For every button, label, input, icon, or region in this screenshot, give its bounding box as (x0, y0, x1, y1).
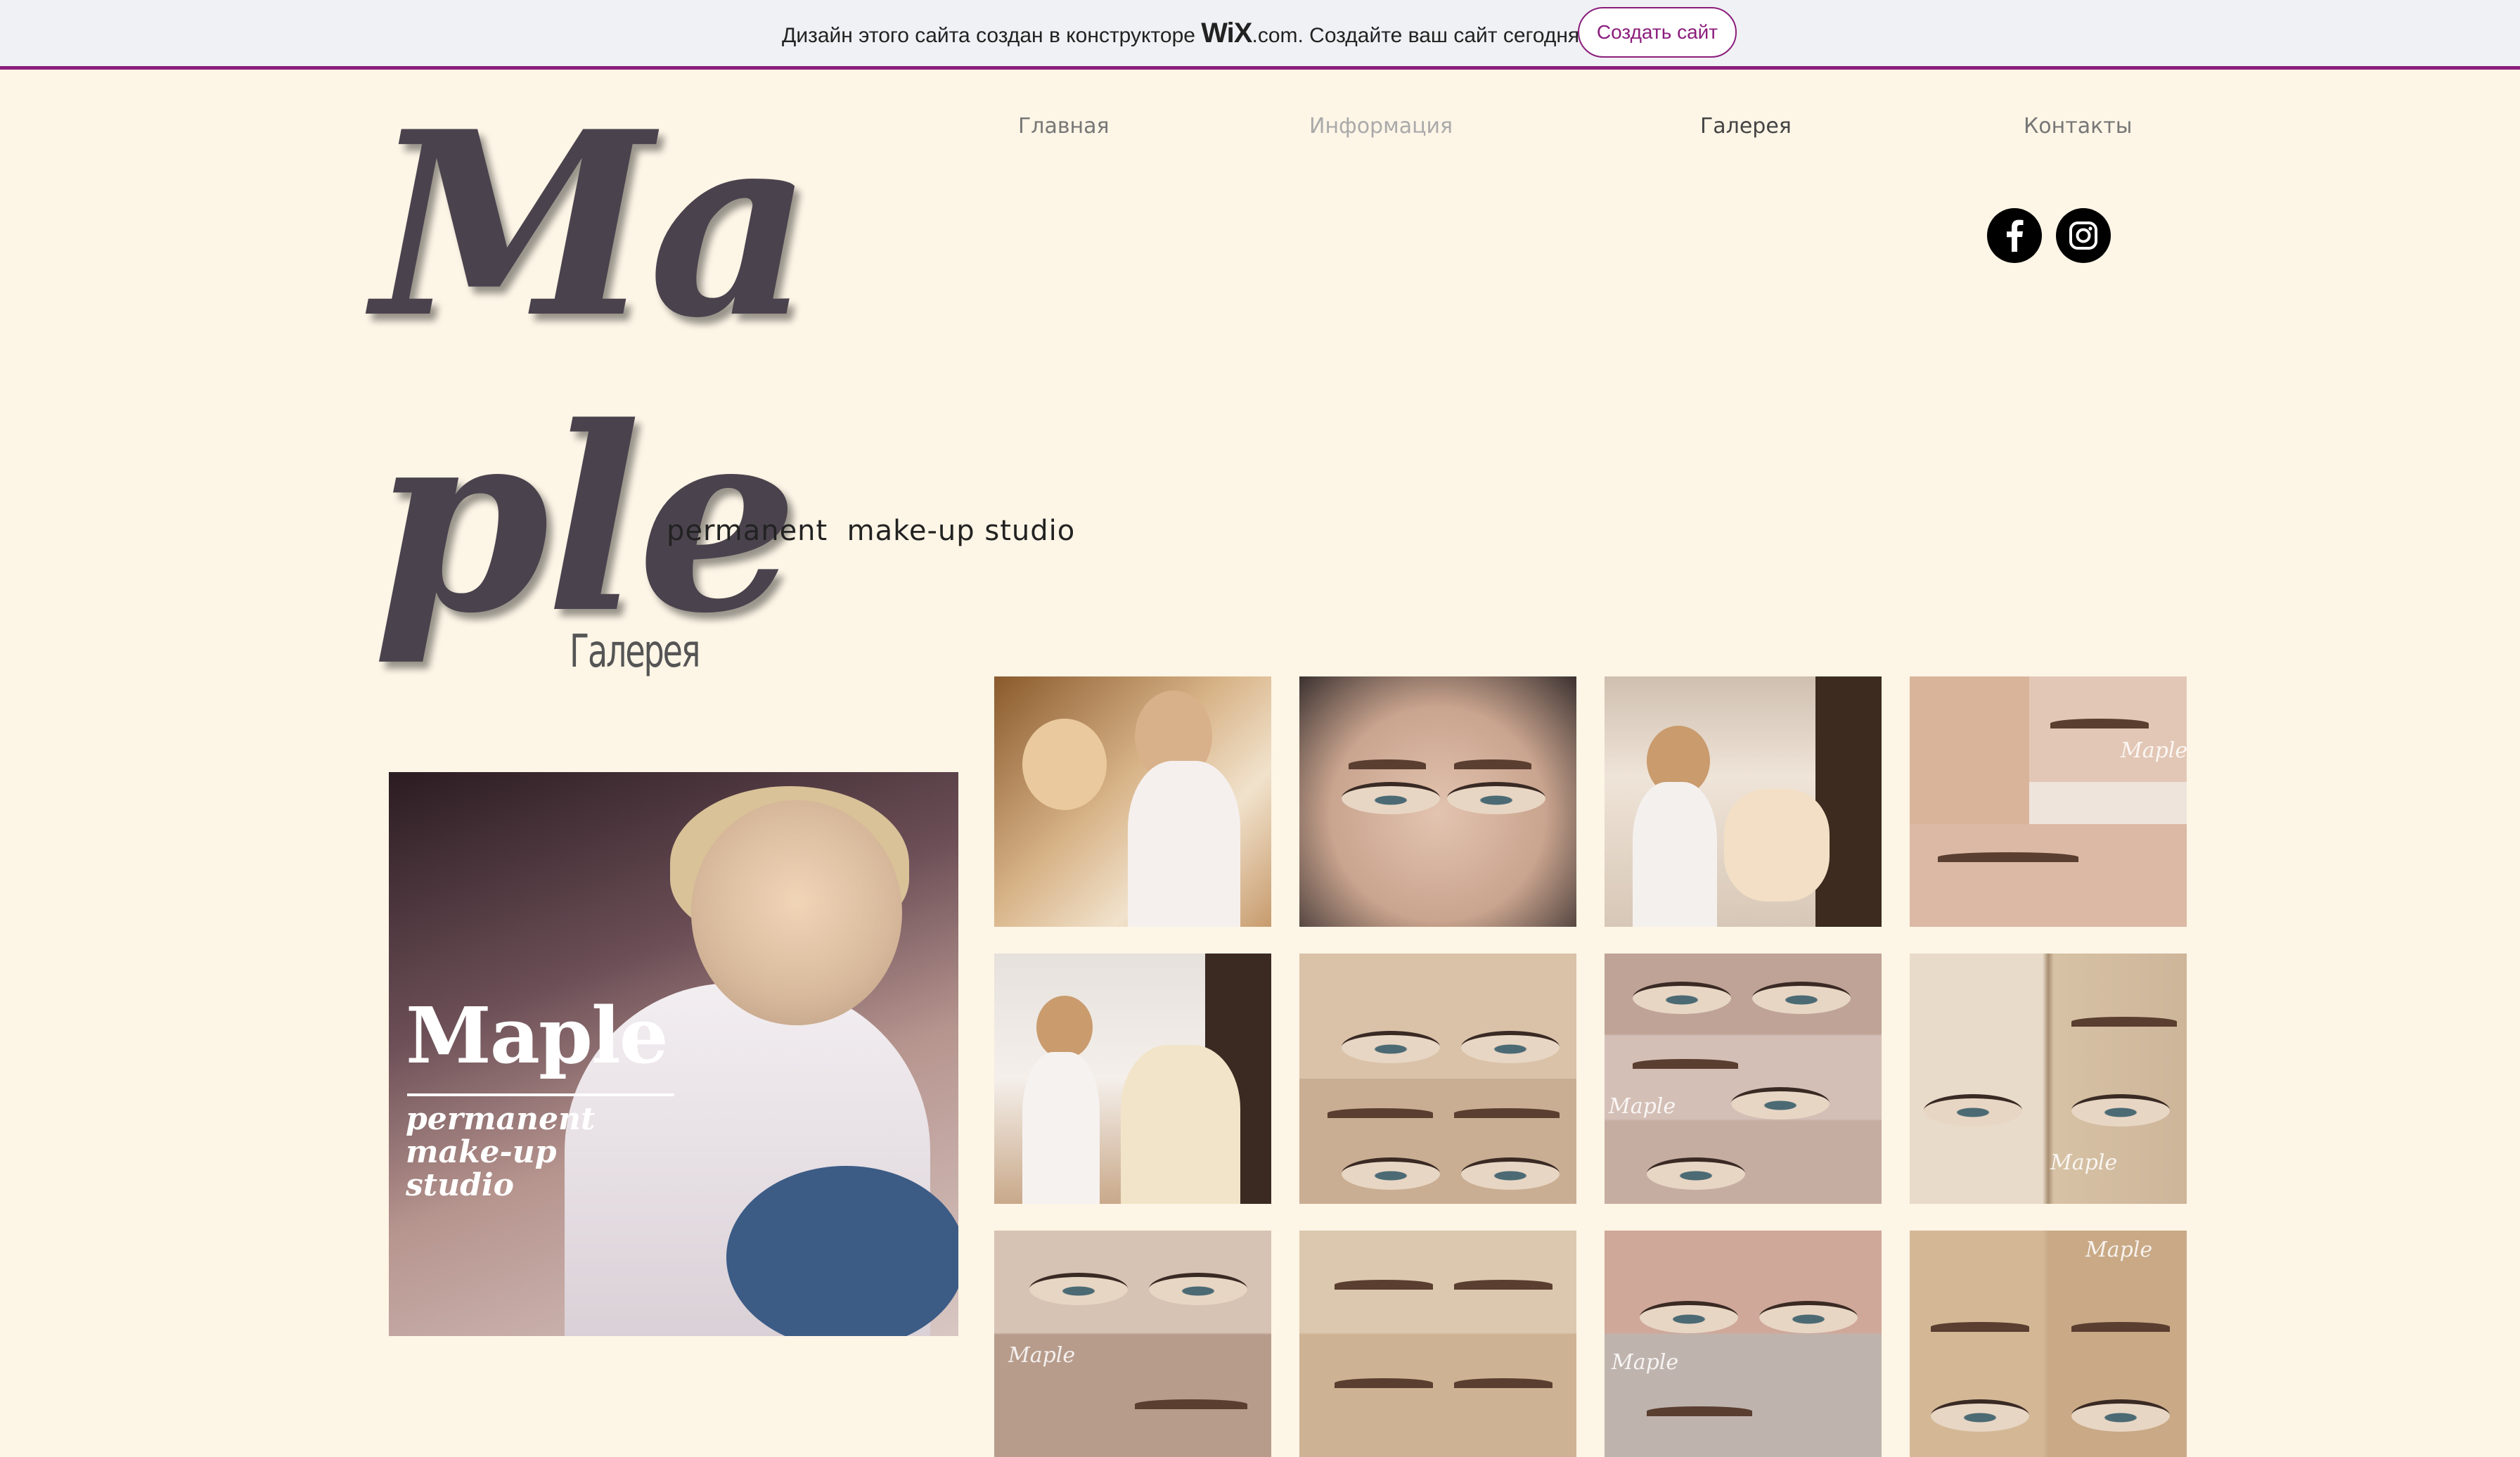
thumb-watermark: Maple (2050, 1150, 2118, 1175)
thumb-brow (1938, 852, 2078, 862)
create-site-button[interactable]: Создать сайт (1578, 7, 1737, 58)
gallery-thumb[interactable] (994, 676, 1271, 927)
thumb-eye (1752, 982, 1851, 1014)
thumb-eye (1924, 1094, 2022, 1127)
thumb-brow (1454, 759, 1531, 769)
thumb-eye (1461, 1157, 1560, 1190)
hero-figure-head (691, 800, 902, 1025)
gallery-thumb[interactable]: Maple (1605, 1231, 1882, 1457)
thumb-eye (1731, 1087, 1830, 1119)
wix-promo-text: Дизайн этого сайта создан в конструкторе… (782, 0, 1586, 66)
gallery-thumb[interactable] (994, 954, 1271, 1204)
site-tagline: permanent make-up studio (667, 515, 1076, 547)
promo-text-after: .com. Создайте ваш сайт сегодня. (1252, 24, 1586, 47)
nav-item-info[interactable]: Информация (1309, 114, 1453, 139)
hero-divider (407, 1093, 674, 1096)
thumb-brow (2071, 1322, 2170, 1332)
thumb-eye (1759, 1301, 1858, 1333)
thumb-watermark: Maple (1609, 1094, 1676, 1119)
thumb-eye (1342, 1157, 1440, 1190)
gallery-thumb[interactable]: Maple (1910, 1231, 2187, 1457)
thumb-eye (1029, 1273, 1128, 1305)
promo-text-before: Дизайн этого сайта создан в конструкторе (782, 24, 1202, 47)
gallery-thumb[interactable] (1299, 1231, 1576, 1457)
thumb-eye (1647, 1157, 1745, 1190)
nav-item-home[interactable]: Главная (1018, 114, 1110, 139)
thumb-eye (1149, 1273, 1247, 1305)
thumb-brow (1454, 1108, 1560, 1118)
instagram-icon[interactable] (2056, 208, 2111, 263)
gallery-thumb[interactable] (1605, 676, 1882, 927)
thumb-brow (1335, 1280, 1433, 1290)
thumb-eye (1342, 782, 1440, 814)
nav-item-contacts[interactable]: Контакты (2024, 114, 2132, 139)
thumb-watermark: Maple (1008, 1343, 1076, 1368)
thumb-eye (1461, 1031, 1560, 1063)
thumb-brow (2071, 1017, 2177, 1027)
thumb-brow (1931, 1322, 2029, 1332)
thumb-eye (1633, 982, 1731, 1014)
hero-subtitle: permanent make-up studio (406, 1101, 596, 1203)
thumb-brow (1633, 1059, 1738, 1069)
gallery-thumb[interactable]: Maple (1605, 954, 1882, 1204)
thumb-brow (2050, 719, 2149, 728)
thumb-eye (2071, 1094, 2170, 1127)
facebook-icon[interactable] (1987, 208, 2042, 263)
gallery-hero-image[interactable]: Maple permanent make-up studio (389, 772, 958, 1336)
gallery-title: Галерея (570, 626, 701, 678)
thumb-eye (1447, 782, 1545, 814)
hero-title: Maple (406, 990, 669, 1081)
site-logo[interactable]: Maple (373, 77, 907, 668)
wix-logo: WiX (1201, 18, 1252, 49)
thumb-watermark: Maple (2085, 1238, 2153, 1262)
nav-item-gallery[interactable]: Галерея (1700, 114, 1792, 139)
gallery-thumb[interactable] (1299, 676, 1576, 927)
thumb-brow (1135, 1399, 1247, 1409)
thumb-eye (1931, 1399, 2029, 1432)
thumb-watermark: Maple (1612, 1350, 1679, 1375)
gallery-thumb[interactable]: Maple (1910, 954, 2187, 1204)
thumb-eye (1342, 1031, 1440, 1063)
thumb-brow (1328, 1108, 1433, 1118)
gallery-thumb[interactable]: Maple (1910, 676, 2187, 927)
thumb-eye (2071, 1399, 2170, 1432)
wix-promo-banner: Дизайн этого сайта создан в конструкторе… (0, 0, 2520, 70)
thumb-brow (1454, 1280, 1552, 1290)
thumb-brow (1349, 759, 1426, 769)
gallery-thumb[interactable]: Maple (994, 1231, 1271, 1457)
thumb-brow (1647, 1406, 1752, 1416)
thumb-eye (1640, 1301, 1738, 1333)
thumb-watermark: Maple (2121, 738, 2187, 763)
thumb-brow (1454, 1378, 1552, 1388)
gallery-thumb[interactable] (1299, 954, 1576, 1204)
thumb-brow (1335, 1378, 1433, 1388)
